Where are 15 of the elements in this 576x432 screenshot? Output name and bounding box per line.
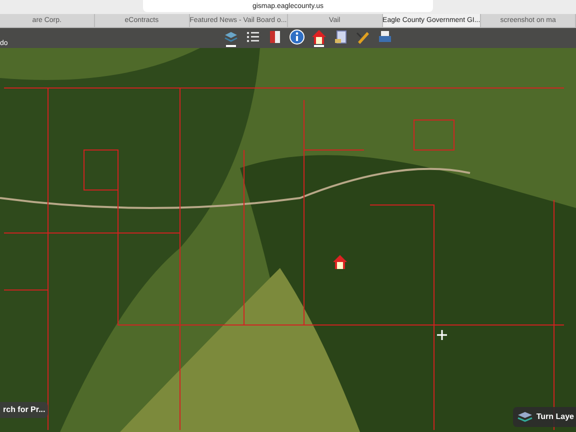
book-icon[interactable] [267, 29, 283, 45]
crosshair-icon [437, 330, 447, 340]
document-icon[interactable] [333, 29, 349, 45]
active-indicator [226, 45, 236, 47]
house-icon[interactable] [311, 29, 327, 45]
turn-layers-button[interactable]: Turn Laye [513, 407, 576, 427]
layers-icon [517, 411, 534, 423]
aerial-map[interactable]: rch for Pr... Turn Laye [0, 48, 576, 432]
search-button[interactable]: rch for Pr... [0, 402, 48, 418]
list-icon[interactable] [245, 29, 261, 45]
pencil-icon[interactable] [355, 29, 371, 45]
info-icon[interactable] [289, 29, 305, 45]
printer-icon[interactable] [377, 29, 393, 45]
active-indicator [314, 45, 324, 47]
house-marker-icon[interactable] [332, 254, 348, 270]
